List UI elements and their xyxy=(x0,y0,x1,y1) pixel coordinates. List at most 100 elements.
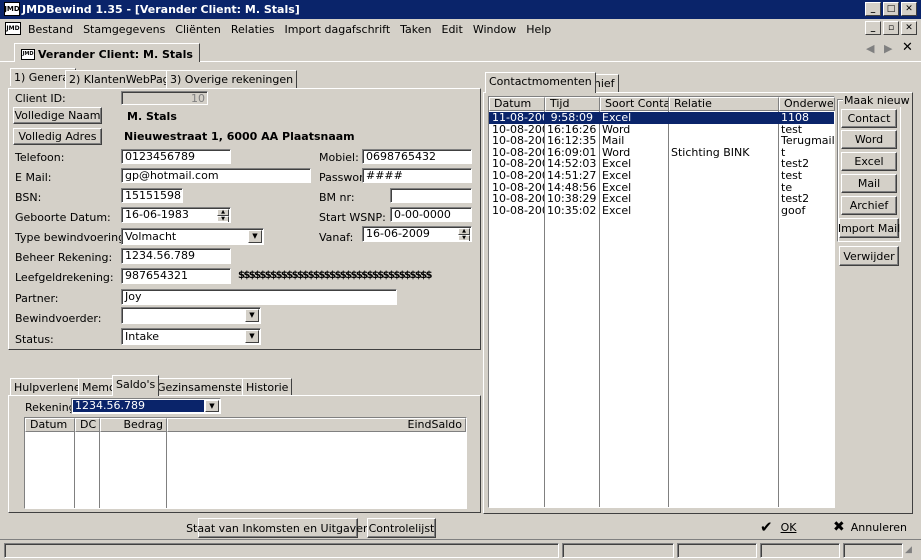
telefoon-field[interactable]: 0123456789 xyxy=(121,149,231,164)
cell-soort: Excel xyxy=(602,204,632,217)
cross-icon: ✖ xyxy=(833,519,845,535)
tab-next-icon[interactable]: ▶ xyxy=(884,42,892,55)
cell-relatie: Stichting BINK xyxy=(671,146,750,159)
import-mail-button[interactable]: Import Mail xyxy=(838,218,900,238)
contacts-col-tijd[interactable]: Tijd xyxy=(545,97,600,111)
table-row[interactable]: 10-08-200910:35:02 Excel goof xyxy=(489,205,834,217)
geboorte-spinner[interactable]: ▲ ▼ xyxy=(217,209,229,222)
menu-window[interactable]: Window xyxy=(473,23,516,36)
leefgeld-field[interactable]: 987654321 xyxy=(121,268,231,284)
minimize-icon[interactable]: _ xyxy=(865,2,881,16)
controlelijst-button[interactable]: Controlelijst xyxy=(367,518,436,538)
status-select[interactable]: Intake ▼ xyxy=(121,328,261,345)
spin-up-icon[interactable]: ▲ xyxy=(217,209,229,216)
mobiel-field[interactable]: 0698765432 xyxy=(362,149,472,164)
table-row[interactable]: 10-08-200916:12:35 Mail Terugmailen xyxy=(489,135,834,147)
maximize-icon[interactable]: □ xyxy=(883,2,899,16)
table-row[interactable]: 10-08-200916:16:26 Word test xyxy=(489,124,834,136)
menu-bestand[interactable]: Bestand xyxy=(28,23,73,36)
cell-tijd: 14:52:03 xyxy=(547,158,597,170)
cell-soort: Mail xyxy=(602,135,625,147)
contacts-col-datum[interactable]: Datum xyxy=(489,97,545,111)
menu-help[interactable]: Help xyxy=(526,23,551,36)
table-row[interactable]: 11-08-2009 9:58:09 Excel 1108 xyxy=(489,112,834,124)
ok-button[interactable]: ✔ OK xyxy=(760,518,796,536)
spin-down-icon[interactable]: ▼ xyxy=(458,235,470,241)
rekening-select[interactable]: 1234.56.789 ▼ xyxy=(71,398,221,414)
spin-down-icon[interactable]: ▼ xyxy=(217,216,229,222)
partner-label: Partner: xyxy=(15,292,59,305)
bmnr-field[interactable] xyxy=(390,188,472,203)
app-icon: JMD xyxy=(4,2,20,16)
cell-onderwerp: goof xyxy=(781,204,806,217)
close-icon[interactable]: ✕ xyxy=(901,2,917,16)
new-excel-button[interactable]: Excel xyxy=(841,152,897,171)
cell-onderwerp: test2 xyxy=(781,158,810,170)
saldo-col-bedrag[interactable]: Bedrag xyxy=(100,418,167,432)
table-row[interactable]: 10-08-200914:51:27 Excel test xyxy=(489,170,834,182)
rekening-dropdown-icon[interactable]: ▼ xyxy=(205,400,219,412)
contacts-col-relatie[interactable]: Relatie xyxy=(669,97,779,111)
maak-nieuw-title: Maak nieuw xyxy=(843,94,911,107)
tab-historie[interactable]: Historie xyxy=(242,378,293,396)
new-mail-button[interactable]: Mail xyxy=(841,174,897,193)
naam-value: M. Stals xyxy=(127,110,177,123)
geboorte-field[interactable]: 16-06-1983 ▲ ▼ xyxy=(121,207,231,223)
contacts-col-soort[interactable]: Soort Contact xyxy=(600,97,669,111)
tab-prev-icon[interactable]: ◀ xyxy=(866,42,874,55)
contacts-col-onderwerp[interactable]: Onderwerp xyxy=(779,97,835,111)
mdi-restore-icon[interactable]: ▫ xyxy=(883,21,899,35)
window-title: JMDBewind 1.35 - [Verander Client: M. St… xyxy=(22,3,300,16)
tab-saldos[interactable]: Saldo's xyxy=(112,375,160,396)
bsn-label: BSN: xyxy=(15,191,42,204)
table-row[interactable]: 10-08-200916:09:01 Word Stichting BINK t xyxy=(489,147,834,159)
resize-grip-icon[interactable]: ◢ xyxy=(905,545,912,555)
vanaf-field[interactable]: 16-06-2009 ▲ ▼ xyxy=(362,226,472,242)
bewindvoerder-select[interactable]: ▼ xyxy=(121,307,261,324)
volledig-adres-button[interactable]: Volledig Adres xyxy=(13,128,102,145)
new-archief-button[interactable]: Archief xyxy=(841,196,897,215)
tab-close-icon[interactable]: ✕ xyxy=(902,40,913,55)
verwijder-button[interactable]: Verwijder xyxy=(839,246,899,266)
vanaf-spinner[interactable]: ▲ ▼ xyxy=(458,228,470,241)
status-dropdown-icon[interactable]: ▼ xyxy=(245,330,259,343)
saldo-col-datum[interactable]: Datum xyxy=(25,418,75,432)
menu-edit[interactable]: Edit xyxy=(442,23,463,36)
cell-onderwerp: test2 xyxy=(781,193,810,205)
password-field[interactable]: #### xyxy=(362,168,472,183)
contacts-grid[interactable]: Datum Tijd Soort Contact Relatie Onderwe… xyxy=(488,96,835,508)
new-contact-button[interactable]: Contact xyxy=(841,109,897,128)
bsn-field[interactable]: 151515987 xyxy=(121,188,183,203)
saldo-grid[interactable]: Datum DC Bedrag EindSaldo xyxy=(24,417,467,509)
mdi-minimize-icon[interactable]: _ xyxy=(865,21,881,35)
status-pane-2 xyxy=(562,543,674,558)
tab-contactmomenten[interactable]: Contactmomenten xyxy=(485,72,596,93)
menu-import-dagafschrift[interactable]: Import dagafschrift xyxy=(284,23,390,36)
menu-stamgegevens[interactable]: Stamgegevens xyxy=(83,23,165,36)
type-dropdown-icon[interactable]: ▼ xyxy=(248,230,262,243)
volledige-naam-button[interactable]: Volledige Naam xyxy=(13,107,102,124)
annuleren-button[interactable]: ✖ Annuleren xyxy=(833,519,907,535)
spin-up-icon[interactable]: ▲ xyxy=(458,228,470,235)
email-field[interactable]: gp@hotmail.com xyxy=(121,168,311,183)
menu-relaties[interactable]: Relaties xyxy=(231,23,275,36)
doc-tab[interactable]: JMD Verander Client: M. Stals xyxy=(14,43,200,62)
staat-van-inkomsten-button[interactable]: Staat van Inkomsten en Uitgaven xyxy=(186,518,370,538)
geboorte-value: 16-06-1983 xyxy=(125,208,189,221)
new-word-button[interactable]: Word xyxy=(841,130,897,149)
type-select[interactable]: Volmacht ▼ xyxy=(121,228,264,245)
tab-overige-rekeningen[interactable]: 3) Overige rekeningen xyxy=(166,70,298,88)
partner-field[interactable]: Joy xyxy=(121,289,397,305)
mdi-close-icon[interactable]: ✕ xyxy=(901,21,917,35)
menu-taken[interactable]: Taken xyxy=(400,23,431,36)
table-row[interactable]: 10-08-200914:48:56 Excel te xyxy=(489,182,834,194)
saldo-col-eindsaldo[interactable]: EindSaldo xyxy=(167,418,466,432)
table-row[interactable]: 10-08-200914:52:03 Excel test2 xyxy=(489,158,834,170)
beheer-field[interactable]: 1234.56.789 xyxy=(121,248,231,264)
saldo-col-dc[interactable]: DC xyxy=(75,418,100,432)
table-row[interactable]: 10-08-200910:38:29 Excel test2 xyxy=(489,193,834,205)
startwsnp-field[interactable]: 0-00-0000 xyxy=(390,207,472,222)
menu-clienten[interactable]: Cliënten xyxy=(175,23,221,36)
bewindvoerder-dropdown-icon[interactable]: ▼ xyxy=(245,309,259,322)
bmnr-label: BM nr: xyxy=(319,191,355,204)
